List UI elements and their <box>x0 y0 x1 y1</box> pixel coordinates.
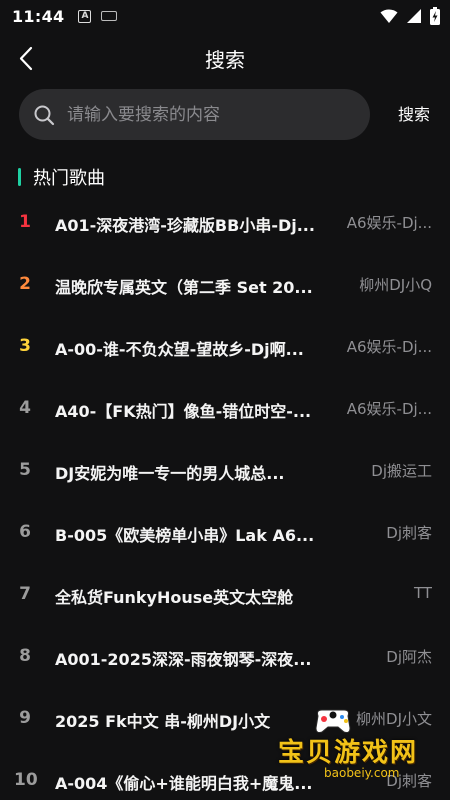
song-title: 温晚欣专属英文（第二季 Set 20... <box>55 278 313 297</box>
watermark-text: 宝贝游戏网 <box>278 738 419 768</box>
song-rank: 7 <box>19 584 31 604</box>
song-title: 全私货FunkyHouse英文太空舱 <box>55 588 294 607</box>
song-item[interactable]: 4 A40-【FK热门】像鱼-错位时空-... A6娱乐-Dj... <box>0 379 450 441</box>
section-accent-bar <box>18 168 21 186</box>
song-rank: 10 <box>14 770 38 790</box>
song-title: A-00-谁-不负众望-望故乡-Dj啊... <box>55 340 304 359</box>
song-title: A001-2025深深-雨夜钢琴-深夜... <box>55 650 312 669</box>
song-rank: 2 <box>19 274 31 294</box>
song-item[interactable]: 1 A01-深夜港湾-珍藏版BB小串-Dj... A6娱乐-Dj... <box>0 193 450 255</box>
song-title: B-005《欧美榜单小串》Lak A6... <box>55 526 315 545</box>
song-artist: A6娱乐-Dj... <box>346 400 432 418</box>
search-box[interactable] <box>19 89 370 140</box>
wifi-icon <box>380 9 398 23</box>
page-title: 搜索 <box>205 48 245 72</box>
song-item[interactable]: 6 B-005《欧美榜单小串》Lak A6... Dj刺客 <box>0 503 450 565</box>
song-item[interactable]: 2 温晚欣专属英文（第二季 Set 20... 柳州DJ小Q <box>0 255 450 317</box>
song-rank: 5 <box>19 460 31 480</box>
song-artist: A6娱乐-Dj... <box>346 338 432 356</box>
status-bar: 11:44 A <box>0 0 450 32</box>
section-title: 热门歌曲 <box>33 168 105 189</box>
song-artist: A6娱乐-Dj... <box>346 214 432 232</box>
song-artist: 柳州DJ小Q <box>359 276 432 294</box>
song-rank: 4 <box>19 398 31 418</box>
song-title: A40-【FK热门】像鱼-错位时空-... <box>55 402 312 421</box>
song-title: A01-深夜港湾-珍藏版BB小串-Dj... <box>55 216 315 235</box>
song-title: DJ安妮为唯一专一的男人城总... <box>55 464 285 483</box>
song-item[interactable]: 3 A-00-谁-不负众望-望故乡-Dj啊... A6娱乐-Dj... <box>0 317 450 379</box>
song-rank: 1 <box>19 212 31 232</box>
status-a-icon: A <box>78 9 92 23</box>
song-artist: Dj刺客 <box>386 524 432 542</box>
battery-icon <box>430 7 440 25</box>
song-item[interactable]: 5 DJ安妮为唯一专一的男人城总... Dj搬运工 <box>0 441 450 503</box>
song-rank: 9 <box>19 708 31 728</box>
search-input[interactable] <box>67 94 370 135</box>
watermark: 宝贝游戏网 baobeiy.com <box>272 706 442 790</box>
song-artist: Dj阿杰 <box>386 648 432 666</box>
song-item[interactable]: 8 A001-2025深深-雨夜钢琴-深夜... Dj阿杰 <box>0 627 450 689</box>
header: 搜索 <box>0 36 450 80</box>
song-rank: 3 <box>19 336 31 356</box>
song-rank: 6 <box>19 522 31 542</box>
song-rank: 8 <box>19 646 31 666</box>
song-artist: TT <box>413 584 432 602</box>
watermark-url: baobeiy.com <box>324 766 400 780</box>
search-icon <box>34 105 55 125</box>
keyboard-icon <box>101 11 118 21</box>
song-artist: Dj搬运工 <box>371 462 432 480</box>
search-button[interactable]: 搜索 <box>390 102 438 128</box>
section-header: 热门歌曲 <box>18 164 105 190</box>
status-icons <box>380 7 440 25</box>
signal-icon <box>407 9 421 23</box>
status-time: 11:44 <box>12 6 65 26</box>
song-item[interactable]: 7 全私货FunkyHouse英文太空舱 TT <box>0 565 450 627</box>
